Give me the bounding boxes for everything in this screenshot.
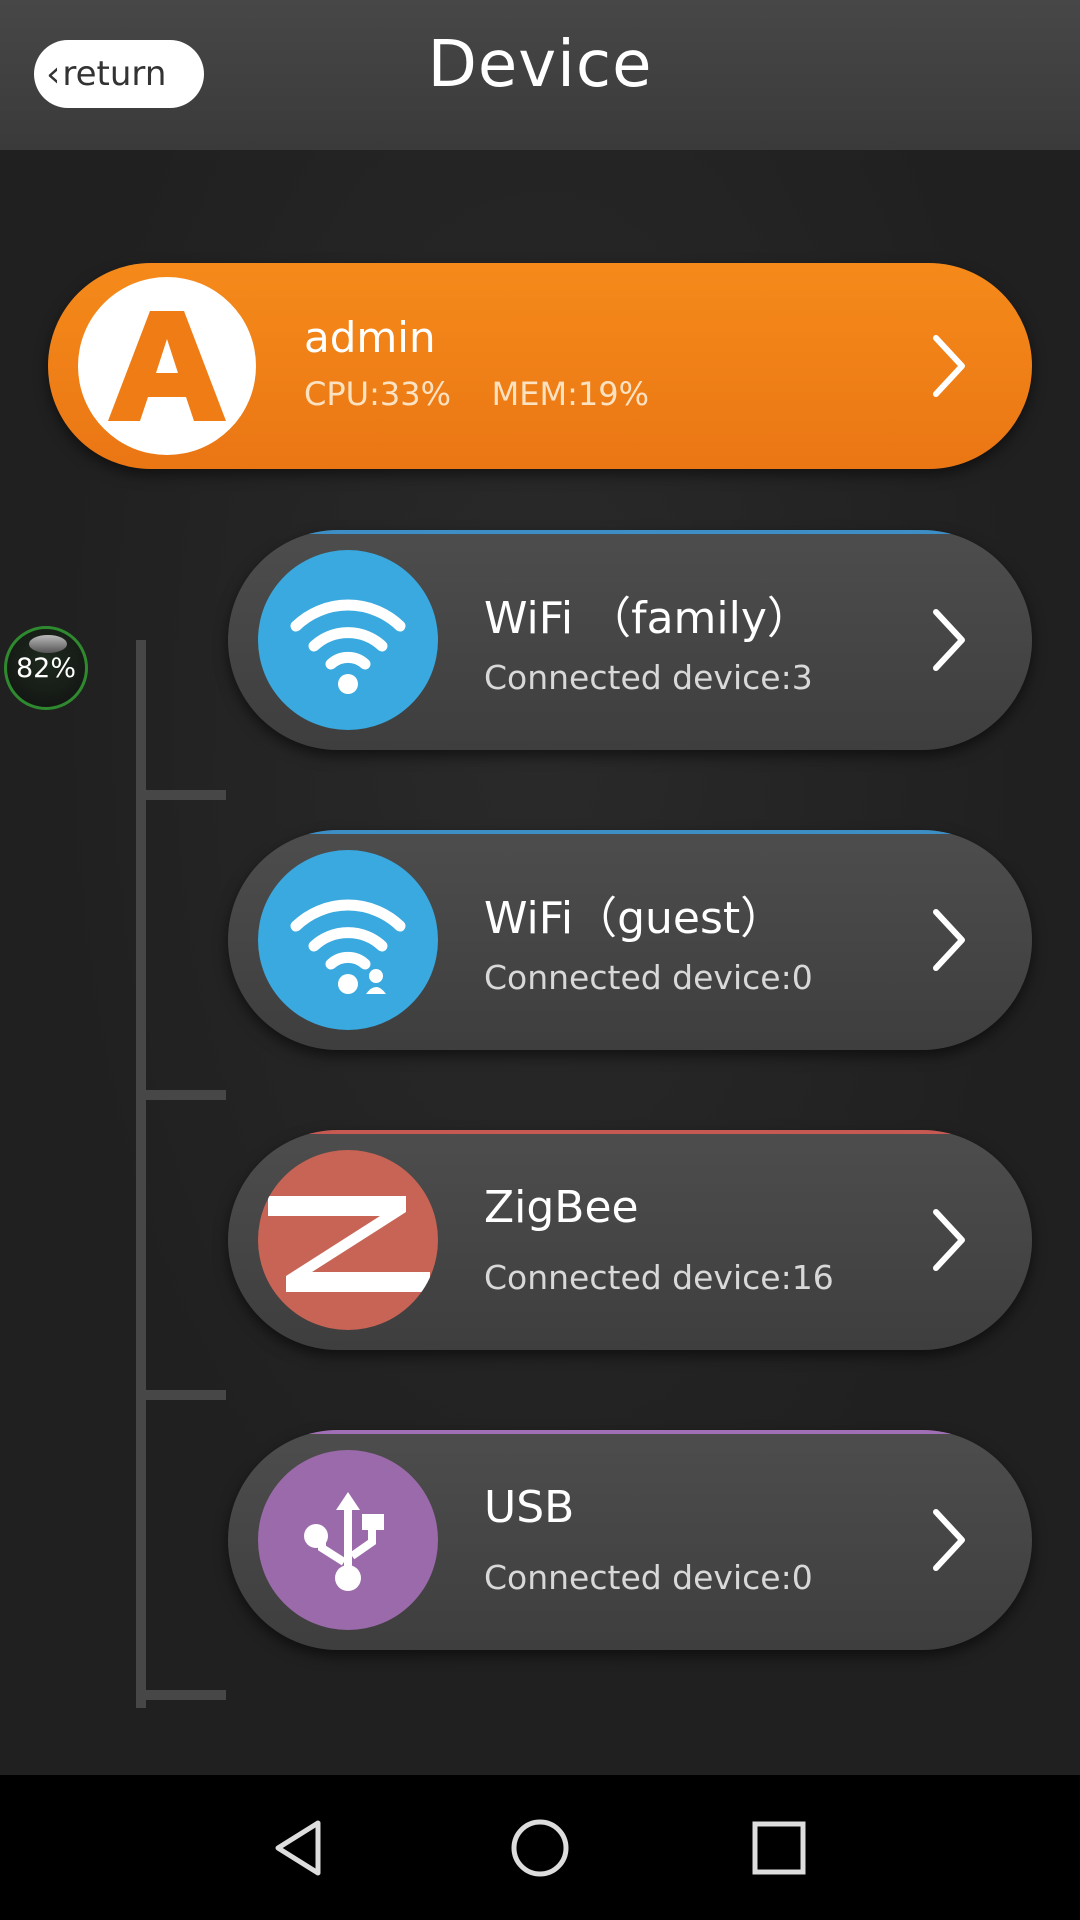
tree-branch-line — [146, 1090, 226, 1100]
device-card-usb[interactable]: USB Connected device:0 — [228, 1430, 1032, 1650]
chevron-right-icon — [933, 609, 965, 671]
battery-indicator: 82% — [4, 626, 88, 710]
top-bar: ‹ return Device — [0, 0, 1080, 150]
tree-branch-line — [146, 790, 226, 800]
device-name: WiFi （family） — [484, 593, 811, 644]
battery-gloss — [29, 635, 67, 653]
card-accent — [308, 1430, 952, 1434]
chevron-right-icon — [933, 909, 965, 971]
home-circle-icon[interactable] — [505, 1813, 575, 1883]
card-accent — [308, 1130, 952, 1134]
admin-stats: CPU:33% MEM:19% — [304, 375, 649, 413]
admin-avatar — [78, 277, 256, 455]
zigbee-icon — [258, 1150, 438, 1330]
admin-name: admin — [304, 313, 436, 362]
device-count: Connected device:3 — [484, 658, 813, 697]
card-accent — [308, 530, 952, 534]
admin-card[interactable]: admin CPU:33% MEM:19% — [48, 263, 1032, 469]
device-name: USB — [484, 1482, 575, 1533]
chevron-right-icon — [933, 1509, 965, 1571]
device-count: Connected device:16 — [484, 1258, 834, 1297]
wifi-icon — [258, 550, 438, 730]
recents-square-icon[interactable] — [744, 1813, 814, 1883]
page-title: Device — [427, 28, 653, 102]
device-card-wifi-guest[interactable]: WiFi（guest） Connected device:0 — [228, 830, 1032, 1050]
admin-letter-icon — [108, 311, 226, 421]
back-triangle-icon[interactable] — [266, 1813, 336, 1883]
device-count: Connected device:0 — [484, 958, 813, 997]
system-nav-bar — [0, 1775, 1080, 1920]
tree-branch-line — [146, 1390, 226, 1400]
battery-label: 82% — [15, 652, 76, 684]
tree-branch-line — [146, 1690, 226, 1700]
device-name: ZigBee — [484, 1182, 639, 1233]
card-accent — [308, 830, 952, 834]
wifi-guest-icon — [258, 850, 438, 1030]
tree-trunk-line — [136, 640, 146, 1708]
device-card-wifi-family[interactable]: WiFi （family） Connected device:3 — [228, 530, 1032, 750]
device-name: WiFi（guest） — [484, 893, 785, 944]
usb-icon — [258, 1450, 438, 1630]
device-card-zigbee[interactable]: ZigBee Connected device:16 — [228, 1130, 1032, 1350]
chevron-right-icon — [933, 335, 965, 397]
device-count: Connected device:0 — [484, 1558, 813, 1597]
chevron-right-icon — [933, 1209, 965, 1271]
